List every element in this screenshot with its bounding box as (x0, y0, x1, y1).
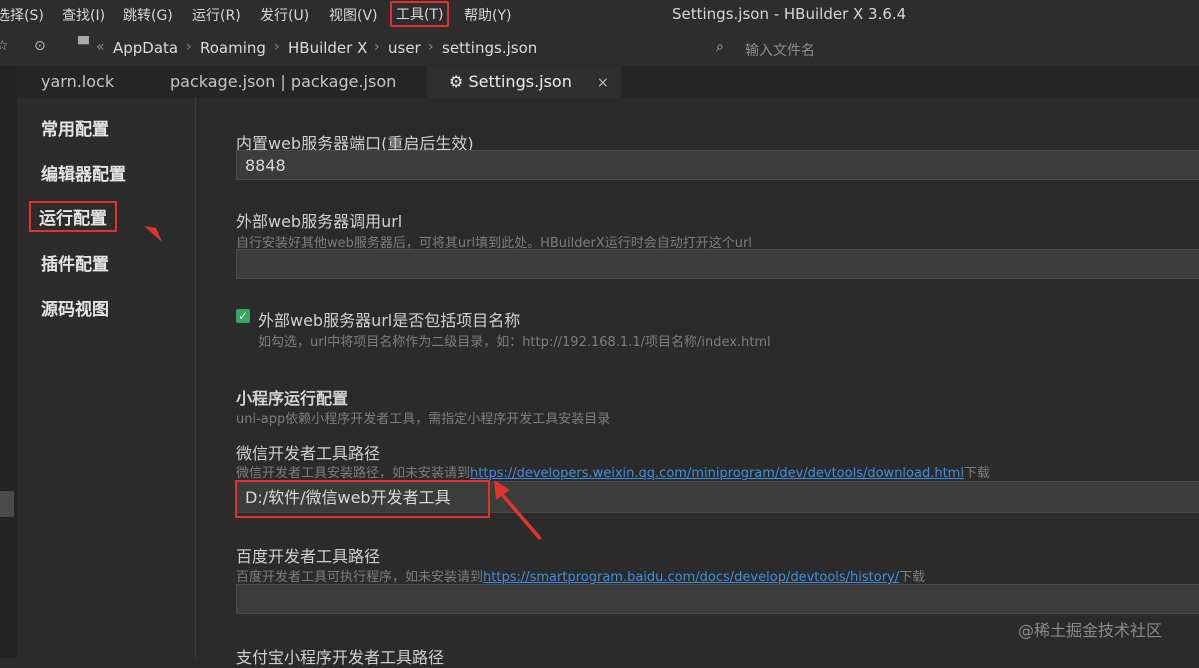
menu-bar: 选择(S) 查找(I) 跳转(G) 运行(R) 发行(U) 视图(V) 工具(T… (0, 0, 1199, 30)
include-project-checkbox[interactable]: ✓ (236, 309, 250, 323)
tab-settings-json[interactable]: ⚙ Settings.json × (427, 66, 621, 98)
chevron-right-icon: › (186, 39, 192, 55)
chevron-right-icon: › (374, 39, 380, 55)
folder-icon: ▀ (78, 37, 89, 53)
wechat-desc-suffix: 下载 (963, 466, 990, 481)
include-project-label: 外部web服务器url是否包括项目名称 (258, 311, 521, 330)
tab-settings-label: Settings.json (468, 72, 572, 91)
wechat-path-desc: 微信开发者工具安装路径，如未安装请到https://developers.wei… (236, 462, 990, 481)
sidebar-item-common[interactable]: 常用配置 (41, 115, 109, 140)
settings-sidebar: 常用配置 编辑器配置 运行配置 插件配置 源码视图 (17, 98, 196, 658)
menu-run[interactable]: 运行(R) (192, 5, 241, 25)
wechat-desc-prefix: 微信开发者工具安装路径，如未安装请到 (236, 466, 471, 481)
baidu-path-label: 百度开发者工具路径 (236, 547, 381, 566)
left-activity-strip (0, 66, 18, 658)
file-search-icon: ⌕ (716, 39, 724, 55)
baidu-download-link[interactable]: https://smartprogram.baidu.com/docs/deve… (483, 570, 899, 585)
menu-find[interactable]: 查找(I) (62, 5, 105, 25)
path-highlight-box (235, 480, 490, 518)
window-title: Settings.json - HBuilder X 3.6.4 (672, 5, 907, 23)
tab-package-json[interactable]: package.json | package.json (170, 66, 396, 98)
breadcrumb-roaming[interactable]: Roaming (200, 39, 266, 57)
sidebar-item-run[interactable]: 运行配置 (29, 201, 117, 232)
sidebar-item-source[interactable]: 源码视图 (41, 295, 109, 320)
tab-yarn-lock[interactable]: yarn.lock (41, 66, 114, 98)
star-icon[interactable]: ☆ (0, 38, 9, 54)
menu-select[interactable]: 选择(S) (0, 5, 44, 25)
baidu-desc-suffix: 下载 (899, 570, 926, 585)
close-icon[interactable]: × (597, 75, 609, 91)
alipay-path-label: 支付宝小程序开发者工具路径 (236, 648, 445, 667)
chevron-left-icon: « (96, 39, 105, 55)
sidebar-item-editor[interactable]: 编辑器配置 (41, 160, 126, 185)
external-url-label: 外部web服务器调用url (236, 212, 403, 231)
external-url-input[interactable] (236, 249, 1199, 279)
server-port-input[interactable]: 8848 (236, 150, 1199, 180)
annotation-arrow (144, 226, 162, 242)
miniprogram-section-desc: uni-app依赖小程序开发者工具，需指定小程序开发工具安装目录 (236, 412, 611, 427)
annotation-arrow (494, 480, 542, 540)
chevron-right-icon: › (274, 39, 280, 55)
watermark: @稀土掘金技术社区 (1018, 621, 1163, 640)
breadcrumb-hbuilderx[interactable]: HBuilder X (288, 39, 367, 57)
file-search-input[interactable]: 输入文件名 (745, 40, 815, 60)
menu-help[interactable]: 帮助(Y) (464, 5, 511, 25)
baidu-desc-prefix: 百度开发者工具可执行程序，如未安装请到 (236, 570, 484, 585)
tab-bar: yarn.lock package.json | package.json ⚙ … (17, 66, 1199, 98)
chevron-right-icon: › (428, 39, 434, 55)
gear-icon: ⚙ (449, 72, 464, 91)
breadcrumb-appdata[interactable]: AppData (113, 39, 178, 57)
menu-publish[interactable]: 发行(U) (260, 5, 309, 25)
strip-selected-item[interactable] (0, 491, 14, 517)
sidebar-item-plugins[interactable]: 插件配置 (41, 250, 109, 275)
include-project-desc: 如勾选，url中将项目名称作为二级目录，如：http://192.168.1.1… (258, 335, 771, 350)
miniprogram-section-title: 小程序运行配置 (236, 389, 349, 408)
menu-tools[interactable]: 工具(T) (390, 1, 450, 27)
toolbar: ☆ ⊙ ▀ « AppData › Roaming › HBuilder X ›… (0, 30, 1199, 67)
run-icon[interactable]: ⊙ (34, 38, 46, 54)
breadcrumb-settings[interactable]: settings.json (442, 39, 537, 57)
wechat-path-label: 微信开发者工具路径 (236, 444, 381, 463)
breadcrumb-user[interactable]: user (388, 39, 421, 57)
baidu-path-input[interactable] (236, 584, 1199, 614)
menu-goto[interactable]: 跳转(G) (123, 5, 173, 25)
baidu-path-desc: 百度开发者工具可执行程序，如未安装请到https://smartprogram.… (236, 566, 925, 585)
menu-view[interactable]: 视图(V) (329, 5, 378, 25)
